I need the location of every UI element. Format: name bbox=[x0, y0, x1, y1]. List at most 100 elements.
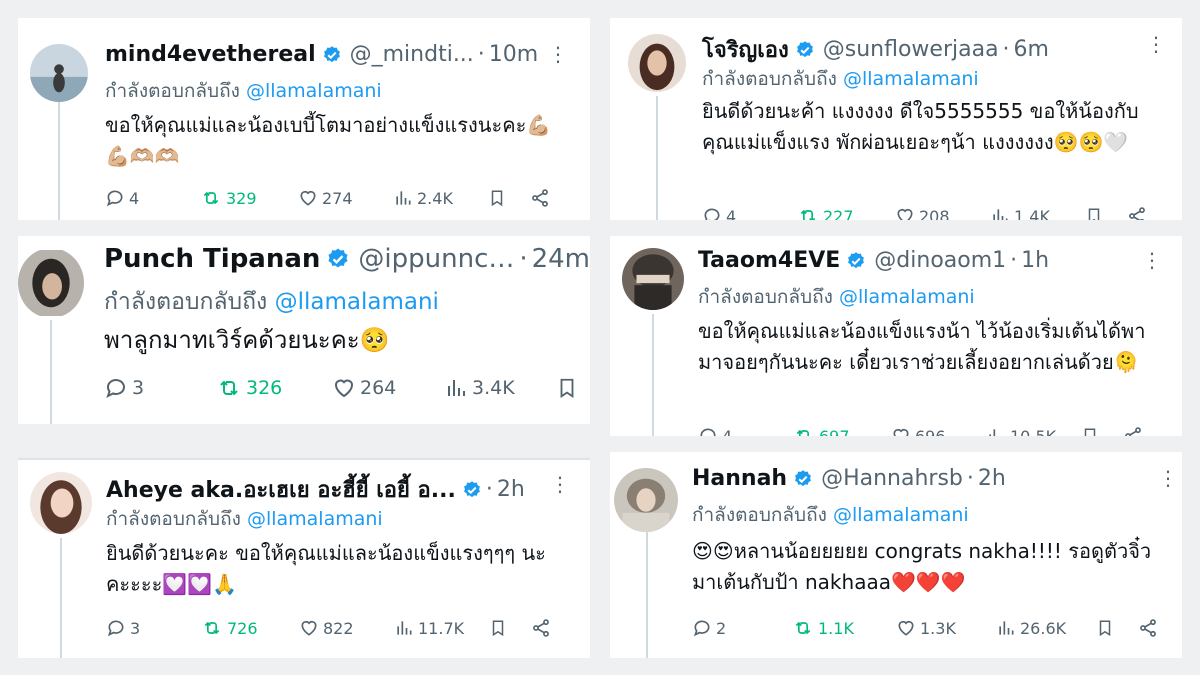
bookmark-button[interactable] bbox=[1081, 426, 1123, 436]
reply-button[interactable]: 2 bbox=[692, 618, 792, 638]
views-button[interactable]: 11.7K bbox=[394, 618, 489, 638]
share-button[interactable] bbox=[530, 188, 550, 208]
retweet-count: 326 bbox=[246, 377, 283, 399]
retweet-button[interactable]: 697 bbox=[793, 426, 891, 436]
retweet-button[interactable]: 326 bbox=[216, 376, 332, 400]
more-options-icon[interactable]: ⋮ bbox=[1142, 250, 1162, 270]
reply-button[interactable]: 4 bbox=[698, 426, 793, 436]
retweet-button[interactable]: 227 bbox=[797, 206, 895, 220]
user-handle[interactable]: @ippunnch... bbox=[358, 244, 515, 274]
like-button[interactable]: 822 bbox=[299, 618, 394, 638]
more-options-icon[interactable]: ⋮ bbox=[1158, 468, 1178, 488]
timestamp[interactable]: 10m bbox=[489, 42, 538, 67]
views-chart-icon bbox=[448, 380, 465, 396]
more-options-icon[interactable]: ⋮ bbox=[548, 44, 568, 64]
tweet-card-5[interactable]: Aheye aka.อะเฮเย อะฮี้ยี้ เอยี้ อ... · 2… bbox=[18, 458, 590, 658]
separator-dot: · bbox=[519, 244, 528, 274]
reply-context: กำลังตอบกลับถึง @llamalamani bbox=[104, 284, 439, 320]
reply-mention-link[interactable]: @llamalamani bbox=[833, 504, 969, 526]
reply-context: กำลังตอบกลับถึง @llamalamani bbox=[105, 76, 382, 106]
display-name[interactable]: mind4evethereal bbox=[105, 42, 316, 67]
avatar[interactable] bbox=[622, 248, 684, 310]
view-count: 2.4K bbox=[417, 188, 453, 208]
reply-button[interactable]: 4 bbox=[105, 188, 200, 208]
share-icon bbox=[532, 189, 548, 207]
user-handle[interactable]: @_mindti... bbox=[350, 42, 474, 67]
views-chart-icon bbox=[993, 209, 1008, 220]
timestamp[interactable]: 24m bbox=[532, 244, 590, 274]
reply-prefix: กำลังตอบกลับถึง bbox=[692, 504, 827, 526]
like-count: 208 bbox=[919, 206, 950, 221]
share-button[interactable] bbox=[531, 618, 551, 638]
retweet-button[interactable]: 1.1K bbox=[792, 618, 896, 638]
display-name[interactable]: Aheye aka.อะเฮเย อะฮี้ยี้ เอยี้ อ... bbox=[106, 472, 456, 507]
reply-button[interactable]: 4 bbox=[702, 206, 797, 220]
like-button[interactable]: 274 bbox=[298, 188, 393, 208]
retweet-button[interactable]: 329 bbox=[200, 188, 298, 208]
avatar[interactable] bbox=[628, 34, 686, 92]
thread-line bbox=[656, 96, 658, 220]
bookmark-button[interactable] bbox=[556, 376, 578, 400]
tweet-card-4[interactable]: Taaom4EVE @dinoaom1 · 1h ⋮ กำลังตอบกลับถ… bbox=[610, 236, 1182, 436]
reply-mention-link[interactable]: @llamalamani bbox=[839, 286, 975, 308]
heart-icon bbox=[898, 620, 914, 636]
views-button[interactable]: 10.5K bbox=[986, 426, 1081, 436]
bookmark-icon bbox=[492, 620, 504, 637]
bookmark-icon bbox=[491, 190, 503, 207]
display-name[interactable]: Taaom4EVE bbox=[698, 248, 840, 273]
display-name[interactable]: Hannah bbox=[692, 466, 787, 491]
share-button[interactable] bbox=[1138, 618, 1158, 638]
timestamp[interactable]: 2h bbox=[978, 466, 1006, 491]
reply-mention-link[interactable]: @llamalamani bbox=[247, 508, 383, 530]
thread-line bbox=[50, 320, 52, 424]
retweet-icon bbox=[795, 621, 811, 635]
display-name[interactable]: Punch Tipanan bbox=[104, 244, 320, 274]
avatar[interactable] bbox=[30, 472, 92, 534]
bookmark-button[interactable] bbox=[489, 618, 531, 638]
tweet-card-1[interactable]: mind4evethereal @_mindti... · 10m ⋮ กำลั… bbox=[18, 18, 590, 220]
tweet-card-3[interactable]: Punch Tipanan @ippunnch... · 24m กำลังตอ… bbox=[18, 236, 590, 424]
avatar[interactable] bbox=[18, 248, 84, 318]
user-handle[interactable]: @dinoaom1 bbox=[874, 248, 1006, 273]
reply-mention-link[interactable]: @llamalamani bbox=[843, 68, 979, 90]
views-chart-icon bbox=[999, 621, 1014, 635]
verified-badge-icon bbox=[846, 251, 866, 271]
user-handle[interactable]: @Hannahrsb bbox=[821, 466, 963, 491]
reply-prefix: กำลังตอบกลับถึง bbox=[702, 68, 837, 90]
like-button[interactable]: 696 bbox=[891, 426, 986, 436]
like-button[interactable]: 1.3K bbox=[896, 618, 996, 638]
tweet-card-2[interactable]: โจริญเอง @sunflowerjaaa · 6m ⋮ กำลังตอบก… bbox=[610, 18, 1182, 220]
reply-button[interactable]: 3 bbox=[106, 618, 201, 638]
share-button[interactable] bbox=[1123, 426, 1143, 436]
more-options-icon[interactable]: ⋮ bbox=[550, 474, 570, 494]
display-name[interactable]: โจริญเอง bbox=[702, 32, 789, 67]
more-options-icon[interactable]: ⋮ bbox=[1146, 34, 1166, 54]
retweet-button[interactable]: 726 bbox=[201, 618, 299, 638]
bookmark-button[interactable] bbox=[1085, 206, 1127, 220]
avatar[interactable] bbox=[614, 468, 678, 532]
reply-mention-link[interactable]: @llamalamani bbox=[246, 80, 382, 102]
heart-icon bbox=[300, 190, 316, 206]
reply-mention-link[interactable]: @llamalamani bbox=[275, 289, 439, 315]
retweet-icon bbox=[796, 429, 809, 436]
views-button[interactable]: 26.6K bbox=[996, 618, 1096, 638]
tweet-text: ขอให้คุณแม่และน้องแข็งแรงน้า ไว้น้องเริ่… bbox=[698, 319, 1146, 374]
timestamp[interactable]: 1h bbox=[1021, 248, 1049, 273]
user-handle[interactable]: @sunflowerjaaa bbox=[823, 37, 999, 62]
like-button[interactable]: 208 bbox=[895, 206, 990, 220]
reply-button[interactable]: 3 bbox=[104, 376, 216, 400]
retweet-icon bbox=[220, 380, 238, 396]
views-button[interactable]: 2.4K bbox=[393, 188, 488, 208]
bookmark-button[interactable] bbox=[1096, 618, 1138, 638]
like-button[interactable]: 264 bbox=[332, 376, 444, 400]
timestamp[interactable]: 6m bbox=[1014, 37, 1049, 62]
views-button[interactable]: 1.4K bbox=[990, 206, 1085, 220]
bookmark-button[interactable] bbox=[488, 188, 530, 208]
timestamp[interactable]: 2h bbox=[497, 477, 525, 502]
tweet-card-6[interactable]: Hannah @Hannahrsb · 2h ⋮ กำลังตอบกลับถึง… bbox=[610, 452, 1182, 658]
views-button[interactable]: 3.4K bbox=[444, 376, 556, 400]
avatar[interactable] bbox=[30, 44, 88, 102]
reply-context: กำลังตอบกลับถึง @llamalamani bbox=[106, 504, 383, 534]
share-button[interactable] bbox=[1127, 206, 1147, 220]
retweet-icon bbox=[800, 209, 816, 220]
